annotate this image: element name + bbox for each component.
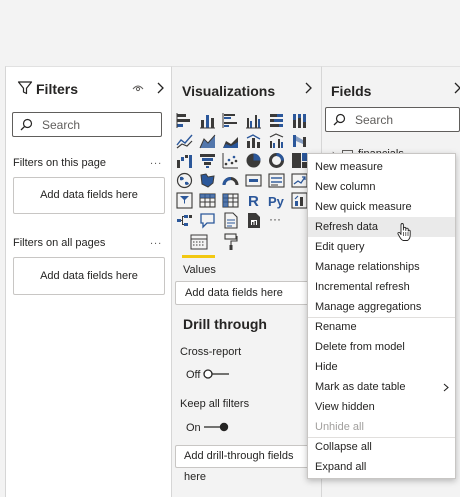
cross-report-label: Cross-report xyxy=(180,346,242,358)
search-icon xyxy=(333,113,346,126)
active-tab-underline xyxy=(182,255,215,258)
scatter-icon[interactable] xyxy=(222,152,239,169)
menu-item-collapse-all[interactable]: Collapse all xyxy=(308,437,455,457)
funnel-icon xyxy=(17,81,33,95)
filters-all-pages-more-button[interactable]: ... xyxy=(150,235,162,247)
line-chart-icon[interactable] xyxy=(176,132,193,149)
drill-through-drop-zone[interactable]: Add drill-through fields here xyxy=(175,445,315,483)
menu-item-refresh-data[interactable]: Refresh data xyxy=(308,217,455,237)
clustered-column-icon[interactable] xyxy=(245,112,262,129)
keep-all-filters-label: Keep all filters xyxy=(180,398,250,410)
fields-search-input[interactable]: Search xyxy=(325,107,460,132)
submenu-chevron-icon xyxy=(443,383,449,392)
table-icon[interactable] xyxy=(199,192,216,209)
matrix-icon[interactable] xyxy=(222,192,239,209)
multi-row-card-icon[interactable] xyxy=(268,172,285,189)
mouse-pointer-hand-icon xyxy=(397,223,411,241)
funnel-chart-icon[interactable] xyxy=(199,152,216,169)
collapse-visualizations-icon[interactable] xyxy=(303,82,313,94)
collapse-fields-icon[interactable] xyxy=(452,82,460,94)
values-drop-zone[interactable]: Add data fields here xyxy=(175,281,315,305)
format-paint-roller-icon[interactable] xyxy=(224,233,238,251)
fields-title: Fields xyxy=(331,83,372,99)
qa-icon[interactable] xyxy=(199,212,216,229)
filled-map-icon[interactable] xyxy=(199,172,216,189)
filters-search-input[interactable]: Search xyxy=(12,112,162,137)
cross-report-state: Off xyxy=(186,369,201,381)
python-visual-icon[interactable]: Py xyxy=(268,192,285,209)
stacked-column-icon[interactable] xyxy=(199,112,216,129)
cross-report-toggle[interactable] xyxy=(203,369,230,379)
menu-item-edit-query[interactable]: Edit query xyxy=(308,237,455,257)
100-stacked-column-icon[interactable] xyxy=(291,112,308,129)
svg-text:Py: Py xyxy=(268,194,285,209)
menu-item-rename[interactable]: Rename xyxy=(308,317,455,337)
menu-item-expand-all[interactable]: Expand all xyxy=(308,457,455,477)
line-clustered-column-icon[interactable] xyxy=(268,132,285,149)
keep-all-filters-state: On xyxy=(186,422,201,434)
menu-item-manage-aggregations[interactable]: Manage aggregations xyxy=(308,297,455,317)
key-influencers-icon[interactable] xyxy=(291,192,308,209)
waterfall-icon[interactable] xyxy=(176,152,193,169)
filters-on-this-page-label: Filters on this page xyxy=(13,157,106,169)
filters-page-drop-zone[interactable]: Add data fields here xyxy=(13,177,165,214)
stacked-area-icon[interactable] xyxy=(222,132,239,149)
paginated-report-icon[interactable] xyxy=(245,212,262,229)
visualizations-pane: Visualizations R Py ··· Values Add data fi… xyxy=(172,66,322,497)
menu-item-mark-as-date-table[interactable]: Mark as date table xyxy=(308,377,455,397)
stacked-bar-icon[interactable] xyxy=(176,112,193,129)
svg-text:R: R xyxy=(248,193,259,209)
decomposition-tree-icon[interactable] xyxy=(176,212,193,229)
filters-on-all-pages-label: Filters on all pages xyxy=(13,237,106,249)
slicer-icon[interactable] xyxy=(176,192,193,209)
eye-icon[interactable] xyxy=(132,83,144,93)
title-bar-area xyxy=(0,0,460,66)
menu-item-incremental-refresh[interactable]: Incremental refresh xyxy=(308,277,455,297)
fields-search-placeholder: Search xyxy=(355,113,394,127)
kpi-icon[interactable] xyxy=(291,172,308,189)
context-menu: New measure New column New quick measure Re… xyxy=(307,153,456,479)
menu-item-view-hidden[interactable]: View hidden xyxy=(308,397,455,417)
menu-item-new-column[interactable]: New column xyxy=(308,177,455,197)
treemap-icon[interactable] xyxy=(291,152,308,169)
menu-item-new-quick-measure[interactable]: New quick measure xyxy=(308,197,455,217)
drill-through-title: Drill through xyxy=(183,316,267,332)
ribbon-chart-icon[interactable] xyxy=(291,132,308,149)
menu-item-delete-from-model[interactable]: Delete from model xyxy=(308,337,455,357)
r-visual-icon[interactable]: R xyxy=(245,192,262,209)
more-visuals-icon[interactable]: ··· xyxy=(268,212,285,229)
menu-item-unhide-all: Unhide all xyxy=(315,421,364,433)
collapse-filters-icon[interactable] xyxy=(155,82,165,94)
fields-tab-icon[interactable] xyxy=(190,234,208,250)
smart-narrative-icon[interactable] xyxy=(222,212,239,229)
menu-item-manage-relationships[interactable]: Manage relationships xyxy=(308,257,455,277)
100-stacked-bar-icon[interactable] xyxy=(268,112,285,129)
visualizations-title: Visualizations xyxy=(182,83,276,99)
line-column-icon[interactable] xyxy=(245,132,262,149)
values-label: Values xyxy=(183,264,216,276)
filters-pane: Filters Search Filters on this page ... … xyxy=(5,66,172,497)
area-chart-icon[interactable] xyxy=(199,132,216,149)
filters-search-placeholder: Search xyxy=(42,118,81,132)
svg-text:···: ··· xyxy=(269,212,281,226)
card-icon[interactable] xyxy=(245,172,262,189)
filters-page-more-button[interactable]: ... xyxy=(150,155,162,167)
menu-item-hide[interactable]: Hide xyxy=(308,357,455,377)
pie-chart-icon[interactable] xyxy=(245,152,262,169)
search-icon xyxy=(20,118,33,131)
gauge-icon[interactable] xyxy=(222,172,239,189)
menu-item-new-measure[interactable]: New measure xyxy=(308,157,455,177)
filters-title: Filters xyxy=(36,81,79,97)
clustered-bar-icon[interactable] xyxy=(222,112,239,129)
keep-all-filters-toggle[interactable] xyxy=(203,422,230,432)
donut-chart-icon[interactable] xyxy=(268,152,285,169)
map-icon[interactable] xyxy=(176,172,193,189)
filters-all-pages-drop-zone[interactable]: Add data fields here xyxy=(13,257,165,295)
